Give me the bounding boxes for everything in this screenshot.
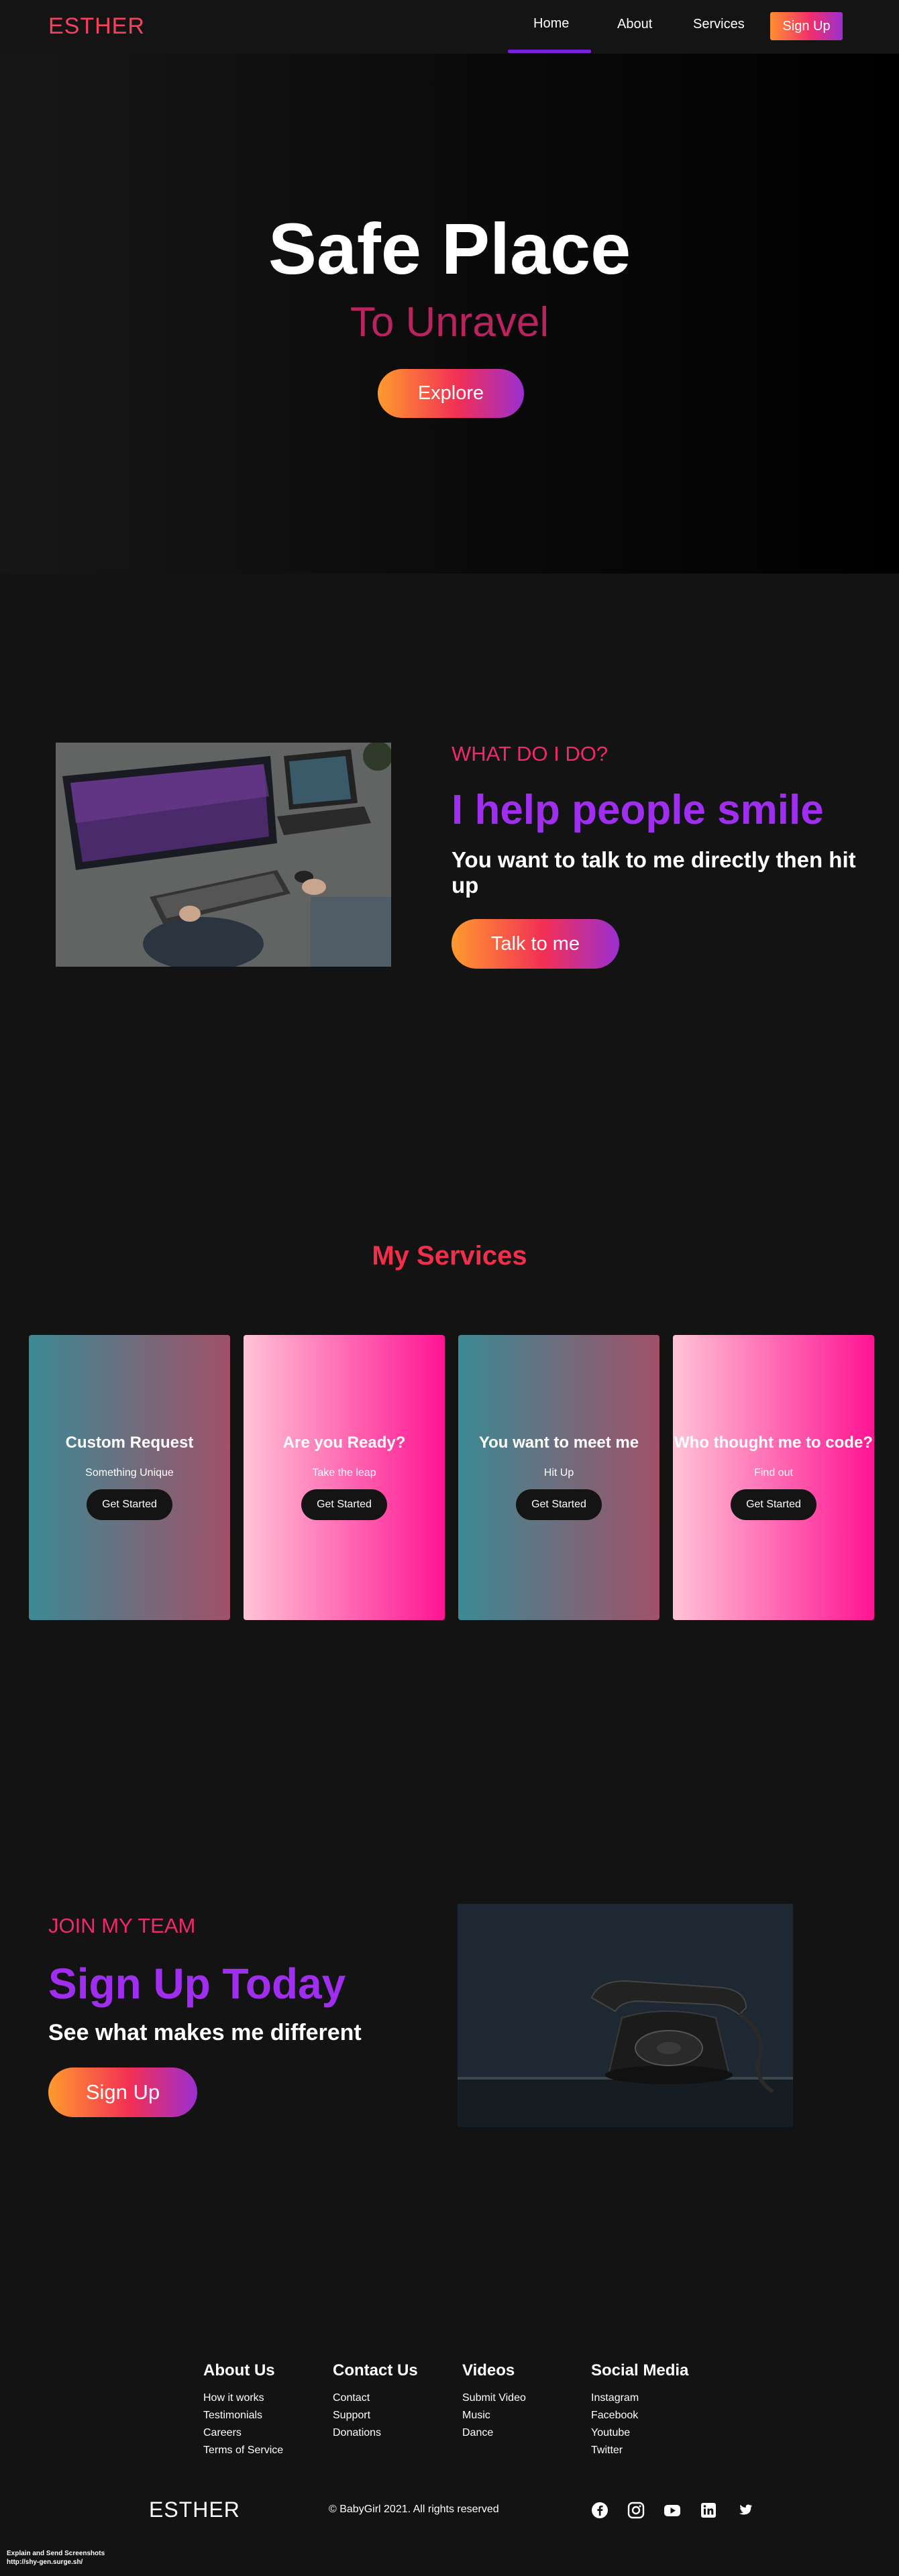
youtube-icon[interactable] [664,2502,681,2519]
footer-heading: About Us [203,2361,275,2379]
services-title: My Services [372,1241,527,1271]
get-started-button[interactable]: Get Started [87,1489,172,1520]
footer-link[interactable]: Music [462,2407,526,2424]
footer-link[interactable]: How it works [203,2390,283,2407]
service-card-title: Custom Request [65,1434,194,1452]
bottom-note: Explain and Send Screenshots http://shy-… [7,2549,105,2567]
navbar-logo[interactable]: ESTHER [48,13,145,40]
service-card-title: Who thought me to code? [674,1434,873,1452]
facebook-icon[interactable] [591,2502,609,2519]
navbar: ESTHER Home About Services Sign Up [0,0,899,54]
about-subtext: You want to talk to me directly then hit… [452,847,856,898]
get-started-button[interactable]: Get Started [301,1489,387,1520]
join-section-tag: JOIN MY TEAM [48,1914,196,1937]
service-card-custom-request: Custom Request Something Unique Get Star… [29,1335,230,1620]
footer-link[interactable]: Terms of Service [203,2442,283,2459]
service-card-meet-me: You want to meet me Hit Up Get Started [458,1335,659,1620]
instagram-icon[interactable] [627,2502,645,2519]
footer-logo[interactable]: ESTHER [149,2498,240,2522]
footer-link[interactable]: Testimonials [203,2407,283,2424]
footer-heading: Social Media [591,2361,689,2379]
service-card-subtitle: Take the leap [312,1467,376,1479]
service-card-who-taught-me: Who thought me to code? Find out Get Sta… [673,1335,874,1620]
get-started-button[interactable]: Get Started [516,1489,602,1520]
footer-link[interactable]: Careers [203,2424,283,2442]
desk-workspace-image [56,743,391,967]
join-subtext: See what makes me different [48,2020,362,2045]
footer-link[interactable]: Youtube [591,2424,688,2442]
hero-subtitle: To Unravel [350,299,549,345]
footer-link[interactable]: Contact [333,2390,418,2407]
bottom-note-url[interactable]: http://shy-gen.surge.sh/ [7,2558,105,2567]
footer-link[interactable]: Support [333,2407,418,2424]
linkedin-icon[interactable] [700,2502,717,2519]
active-nav-indicator [508,50,591,53]
twitter-icon[interactable] [736,2502,753,2519]
footer-link[interactable]: Donations [333,2424,418,2442]
explore-button[interactable]: Explore [378,369,524,418]
footer-link[interactable]: Instagram [591,2390,688,2407]
about-headline: I help people smile [452,787,824,833]
footer-heading: Contact Us [333,2361,418,2379]
service-card-subtitle: Find out [754,1467,793,1479]
service-card-title: You want to meet me [478,1434,639,1452]
hero-title: Safe Place [268,208,631,289]
footer-link[interactable]: Dance [462,2424,526,2442]
footer-link[interactable]: Twitter [591,2442,688,2459]
rotary-phone-image [458,1904,793,2127]
service-card-are-you-ready: Are you Ready? Take the leap Get Started [244,1335,445,1620]
nav-item-home[interactable]: Home [533,16,569,32]
footer-link[interactable]: Submit Video [462,2390,526,2407]
nav-item-services[interactable]: Services [693,17,745,32]
hero-section: Safe Place To Unravel Explore [0,54,899,574]
join-signup-button[interactable]: Sign Up [48,2068,197,2117]
bottom-note-line1: Explain and Send Screenshots [7,2550,105,2557]
footer-link[interactable]: Facebook [591,2407,688,2424]
footer-column-about: About Us How it works Testimonials Caree… [203,2361,283,2459]
service-card-subtitle: Hit Up [543,1467,574,1479]
footer-column-contact: Contact Us Contact Support Donations [333,2361,418,2442]
footer-column-social: Social Media Instagram Facebook Youtube … [591,2361,688,2459]
join-headline: Sign Up Today [48,1960,346,2008]
footer-heading: Videos [462,2361,515,2379]
service-card-title: Are you Ready? [282,1434,406,1452]
talk-to-me-button[interactable]: Talk to me [452,919,619,969]
about-section-tag: WHAT DO I DO? [452,742,609,765]
footer-copyright: © BabyGirl 2021. All rights reserved [329,2504,499,2515]
service-card-subtitle: Something Unique [85,1467,174,1479]
get-started-button[interactable]: Get Started [731,1489,816,1520]
nav-item-about[interactable]: About [617,17,652,32]
nav-signup-button[interactable]: Sign Up [770,12,843,40]
footer-column-videos: Videos Submit Video Music Dance [462,2361,526,2442]
